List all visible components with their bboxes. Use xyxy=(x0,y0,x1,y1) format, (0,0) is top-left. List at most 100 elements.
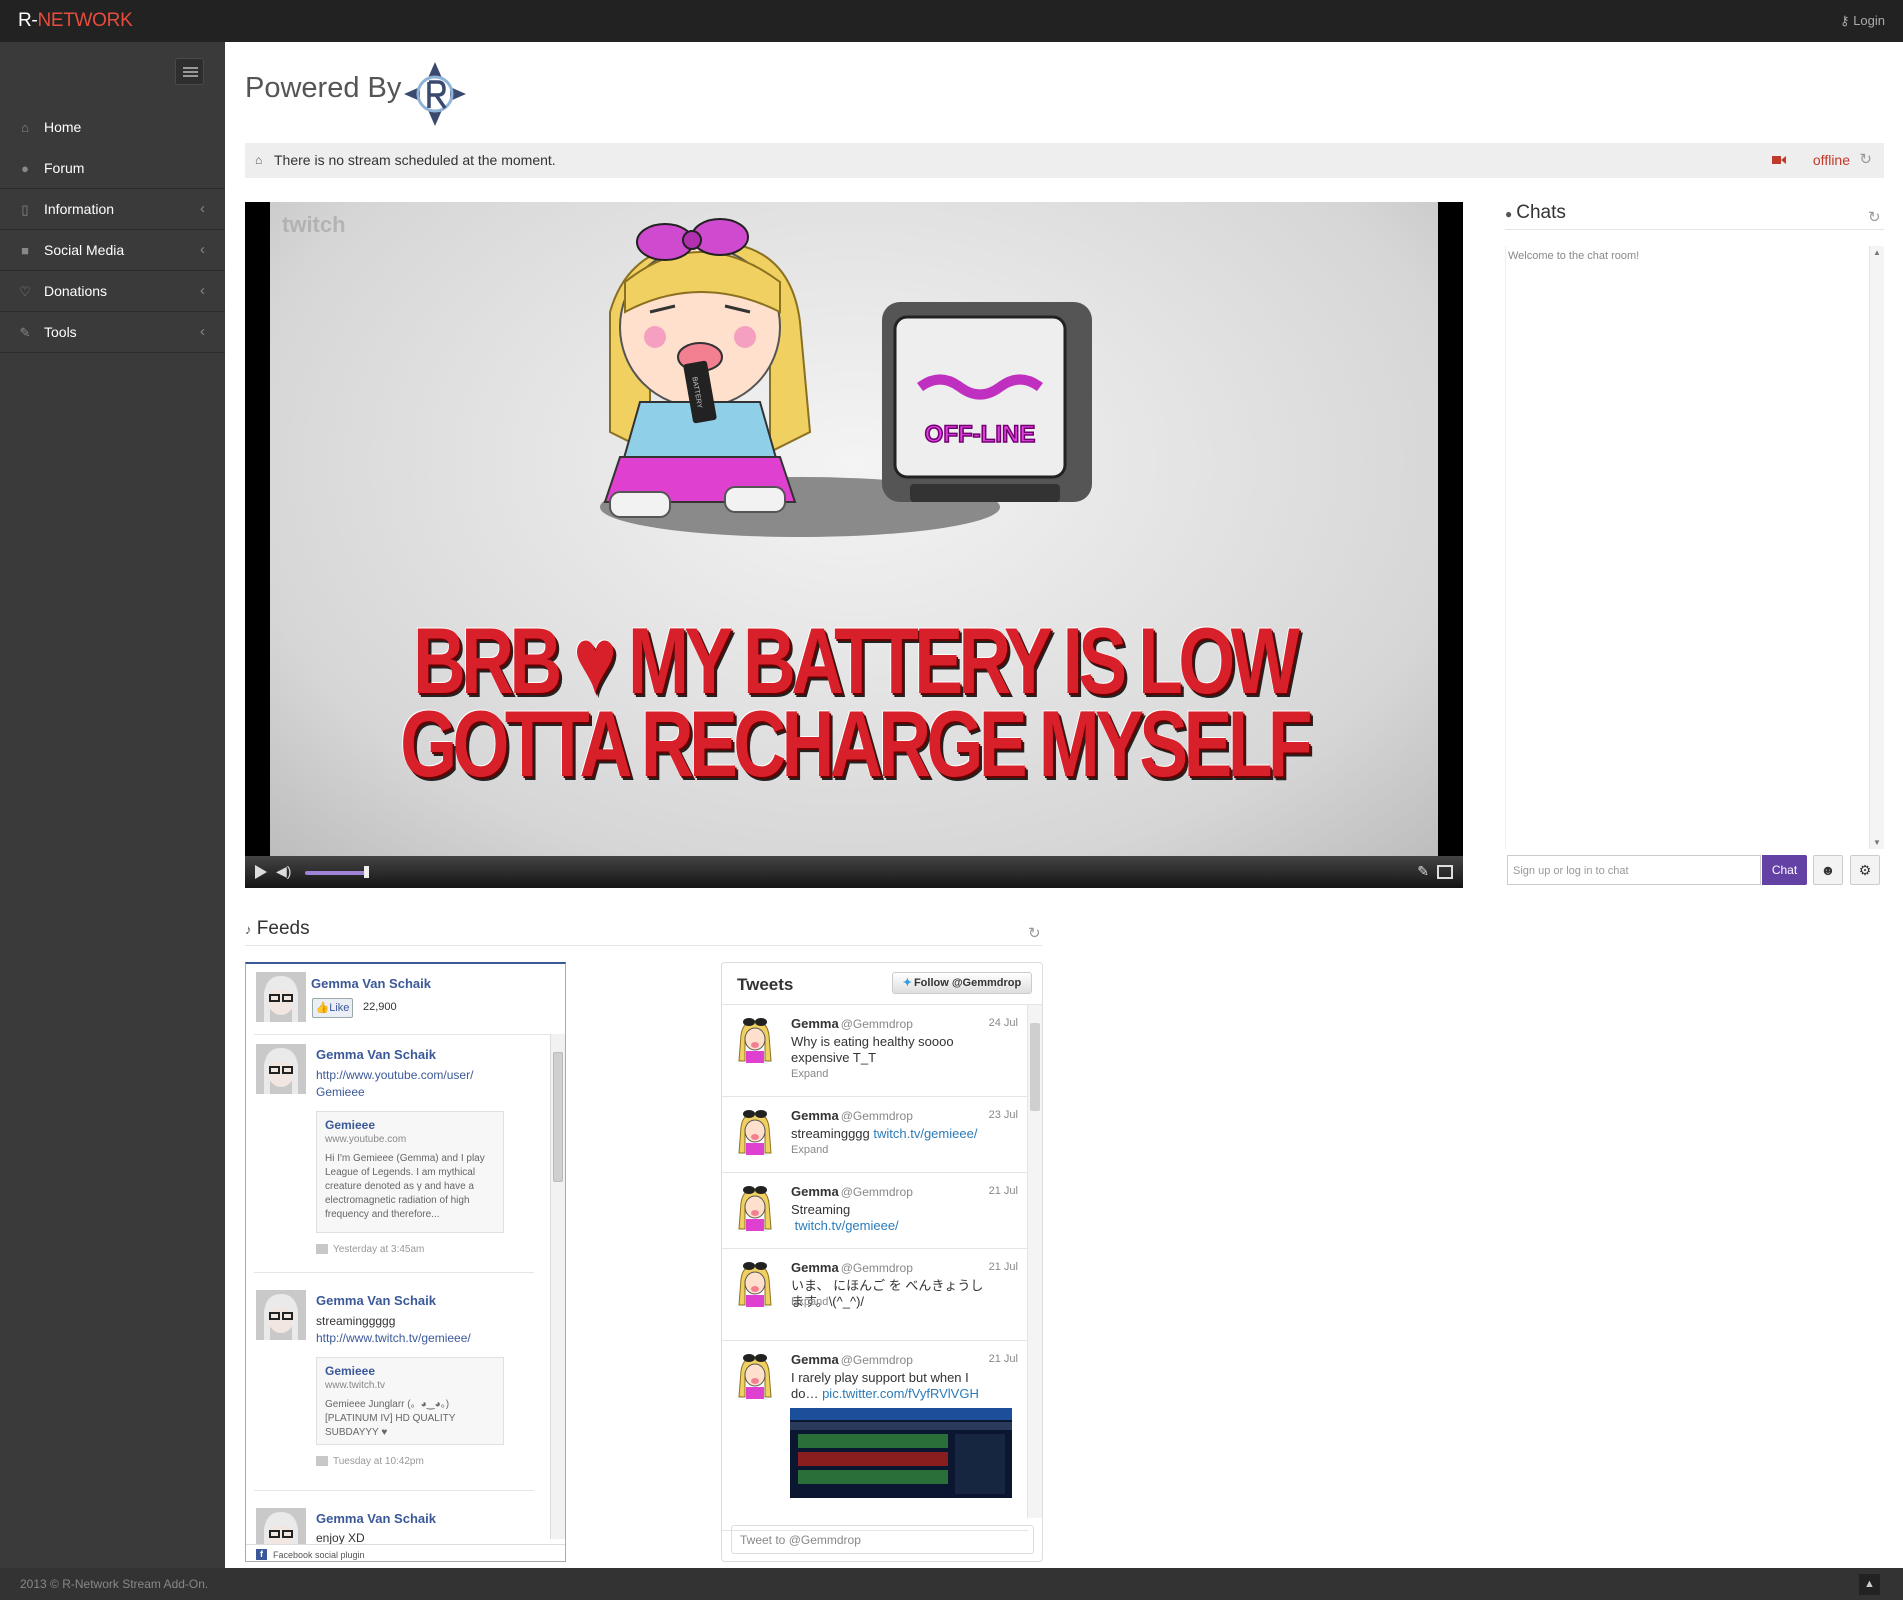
avatar[interactable] xyxy=(256,1044,306,1094)
tweet-date[interactable]: 24 Jul xyxy=(989,1017,1018,1029)
tweet-item[interactable]: Gemma @Gemmdrop 23 Jul streamingggg twitch.… xyxy=(722,1097,1028,1173)
play-button[interactable] xyxy=(255,865,267,879)
tweet-name: Gemma xyxy=(791,1260,839,1275)
avatar-photo xyxy=(256,1290,306,1340)
scroll-down-icon[interactable]: ▼ xyxy=(1873,838,1881,847)
facebook-like-button[interactable]: 👍Like xyxy=(312,998,353,1018)
refresh-icon[interactable]: ↻ xyxy=(1868,208,1881,226)
twitter-scrollbar[interactable] xyxy=(1027,1005,1042,1518)
twitter-bird-icon: ✦ xyxy=(902,977,912,989)
like-count: 22,900 xyxy=(363,1001,397,1013)
tweet-item[interactable]: Gemma @Gemmdrop 21 Jul いま、 にほんご を べんきょうします。… xyxy=(722,1249,1028,1341)
tweet-avatar[interactable] xyxy=(737,1109,773,1157)
tweet-name: Gemma xyxy=(791,1352,839,1367)
video-player[interactable]: OFF-LINE BATTERY twitch BRB ♥ MY BATTERY… xyxy=(245,202,1463,888)
tweet-author[interactable]: Gemma @Gemmdrop xyxy=(791,1016,913,1031)
follow-button[interactable]: ✦ Follow @Gemmdrop xyxy=(892,972,1032,994)
divider xyxy=(1505,229,1884,230)
chat-welcome-message: Welcome to the chat room! xyxy=(1508,250,1640,262)
like-label: Like xyxy=(329,1002,350,1014)
tweet-author[interactable]: Gemma @Gemmdrop xyxy=(791,1260,913,1275)
sidebar-toggle-button[interactable] xyxy=(175,58,204,85)
tweet-avatar[interactable] xyxy=(737,1261,773,1309)
refresh-icon[interactable]: ↻ xyxy=(1859,150,1872,168)
login-link[interactable]: ⚷ Login xyxy=(1840,13,1885,29)
tweet-item[interactable]: Gemma @Gemmdrop 21 Jul Streaming twitch.tv/… xyxy=(722,1173,1028,1249)
scrollbar-thumb[interactable] xyxy=(553,1052,563,1182)
tweet-avatar[interactable] xyxy=(737,1185,773,1233)
post-timestamp[interactable]: Tuesday at 10:42pm xyxy=(316,1456,424,1467)
tweet-author[interactable]: Gemma @Gemmdrop xyxy=(791,1184,913,1199)
avatar[interactable] xyxy=(256,1290,306,1340)
settings-wrench-icon[interactable]: ✎ xyxy=(1417,863,1429,880)
tweet-author[interactable]: Gemma @Gemmdrop xyxy=(791,1352,913,1367)
sidebar-item-home[interactable]: ⌂ Home xyxy=(0,107,225,148)
refresh-icon[interactable]: ↻ xyxy=(1028,924,1041,942)
scrollbar-thumb[interactable] xyxy=(1030,1023,1040,1111)
tweet-image-preview[interactable] xyxy=(790,1408,1012,1498)
tweet-expand-link[interactable]: Expand xyxy=(791,1296,828,1308)
link-preview-card[interactable]: Gemieee www.twitch.tv Gemieee Junglarr (… xyxy=(316,1357,504,1445)
key-icon: ⚷ xyxy=(1840,13,1850,28)
menu-icon-line xyxy=(183,71,198,73)
heart-icon: ♡ xyxy=(19,284,31,299)
tweet-avatar[interactable] xyxy=(737,1353,773,1401)
tweet-date[interactable]: 21 Jul xyxy=(989,1185,1018,1197)
avatar[interactable] xyxy=(256,972,306,1022)
facebook-scrollbar[interactable] xyxy=(550,1034,565,1539)
sidebar-item-donations[interactable]: ♡ Donations ‹ xyxy=(0,271,225,312)
viewer-list-icon[interactable]: ☻ xyxy=(1813,855,1843,885)
chat-scrollbar[interactable]: ▲ ▼ xyxy=(1869,246,1884,849)
tweet-author[interactable]: Gemma @Gemmdrop xyxy=(791,1108,913,1123)
sidebar-item-social-media[interactable]: ■ Social Media ‹ xyxy=(0,230,225,271)
r-network-logo xyxy=(404,62,466,126)
post-link[interactable]: http://www.youtube.com/user/ xyxy=(316,1067,473,1084)
thumbs-up-icon: 👍 xyxy=(315,1002,330,1014)
facebook-page-name[interactable]: Gemma Van Schaik xyxy=(311,976,431,991)
facebook-icon: f xyxy=(256,1549,267,1560)
tweet-date[interactable]: 21 Jul xyxy=(989,1261,1018,1273)
tweet-name: Gemma xyxy=(791,1108,839,1123)
sidebar-item-tools[interactable]: ✎ Tools ‹ xyxy=(0,312,225,353)
post-author[interactable]: Gemma Van Schaik xyxy=(316,1511,436,1526)
chats-heading: ● Chats xyxy=(1505,202,1566,224)
post-author[interactable]: Gemma Van Schaik xyxy=(316,1047,436,1062)
volume-icon[interactable]: ◀) xyxy=(276,863,291,880)
calendar-icon xyxy=(316,1244,328,1255)
tweet-avatar[interactable] xyxy=(737,1017,773,1065)
wrench-icon: ✎ xyxy=(19,325,31,340)
card-url: www.youtube.com xyxy=(325,1134,407,1145)
card-title: Gemieee xyxy=(325,1364,376,1378)
tweet-link[interactable]: twitch.tv/gemieee/ xyxy=(873,1126,977,1141)
tweet-handle: @Gemmdrop xyxy=(840,1017,913,1031)
volume-slider[interactable] xyxy=(305,871,369,875)
divider xyxy=(254,1272,534,1273)
sidebar-item-forum[interactable]: ● Forum xyxy=(0,148,225,189)
tweet-link[interactable]: pic.twitter.com/fVyfRVlVGH xyxy=(822,1386,979,1401)
facebook-plugin-label: Facebook social plugin xyxy=(273,1550,365,1560)
fullscreen-button[interactable] xyxy=(1437,865,1453,879)
chat-input[interactable]: Sign up or log in to chat xyxy=(1507,855,1761,885)
tweet-link[interactable]: twitch.tv/gemieee/ xyxy=(795,1218,899,1233)
scroll-to-top-button[interactable]: ▲ xyxy=(1859,1574,1880,1595)
tweet-item[interactable]: Gemma @Gemmdrop 24 Jul Why is eating health… xyxy=(722,1005,1028,1097)
volume-slider-handle[interactable] xyxy=(364,866,369,878)
link-preview-card[interactable]: Gemieee www.youtube.com Hi I'm Gemieee (… xyxy=(316,1111,504,1233)
card-url: www.twitch.tv xyxy=(325,1380,386,1391)
chat-send-button[interactable]: Chat xyxy=(1762,855,1807,885)
sidebar-item-information[interactable]: ▯ Information ‹ xyxy=(0,189,225,230)
tweet-date[interactable]: 21 Jul xyxy=(989,1353,1018,1365)
brand-logo[interactable]: R-NETWORK xyxy=(18,10,133,32)
sidebar-item-label: Forum xyxy=(44,160,85,176)
gear-icon[interactable]: ⚙ xyxy=(1850,855,1880,885)
tweet-expand-link[interactable]: Expand xyxy=(791,1068,828,1080)
tweet-handle: @Gemmdrop xyxy=(840,1185,913,1199)
post-timestamp[interactable]: Yesterday at 3:45am xyxy=(316,1244,424,1255)
tweet-date[interactable]: 23 Jul xyxy=(989,1109,1018,1121)
tweet-to-input[interactable]: Tweet to @Gemmdrop xyxy=(731,1525,1034,1554)
scroll-up-icon[interactable]: ▲ xyxy=(1873,248,1881,257)
tweet-expand-link[interactable]: Expand xyxy=(791,1144,828,1156)
post-author[interactable]: Gemma Van Schaik xyxy=(316,1293,436,1308)
post-link[interactable]: http://www.twitch.tv/gemieee/ xyxy=(316,1330,471,1347)
post-link[interactable]: Gemieee xyxy=(316,1084,365,1101)
